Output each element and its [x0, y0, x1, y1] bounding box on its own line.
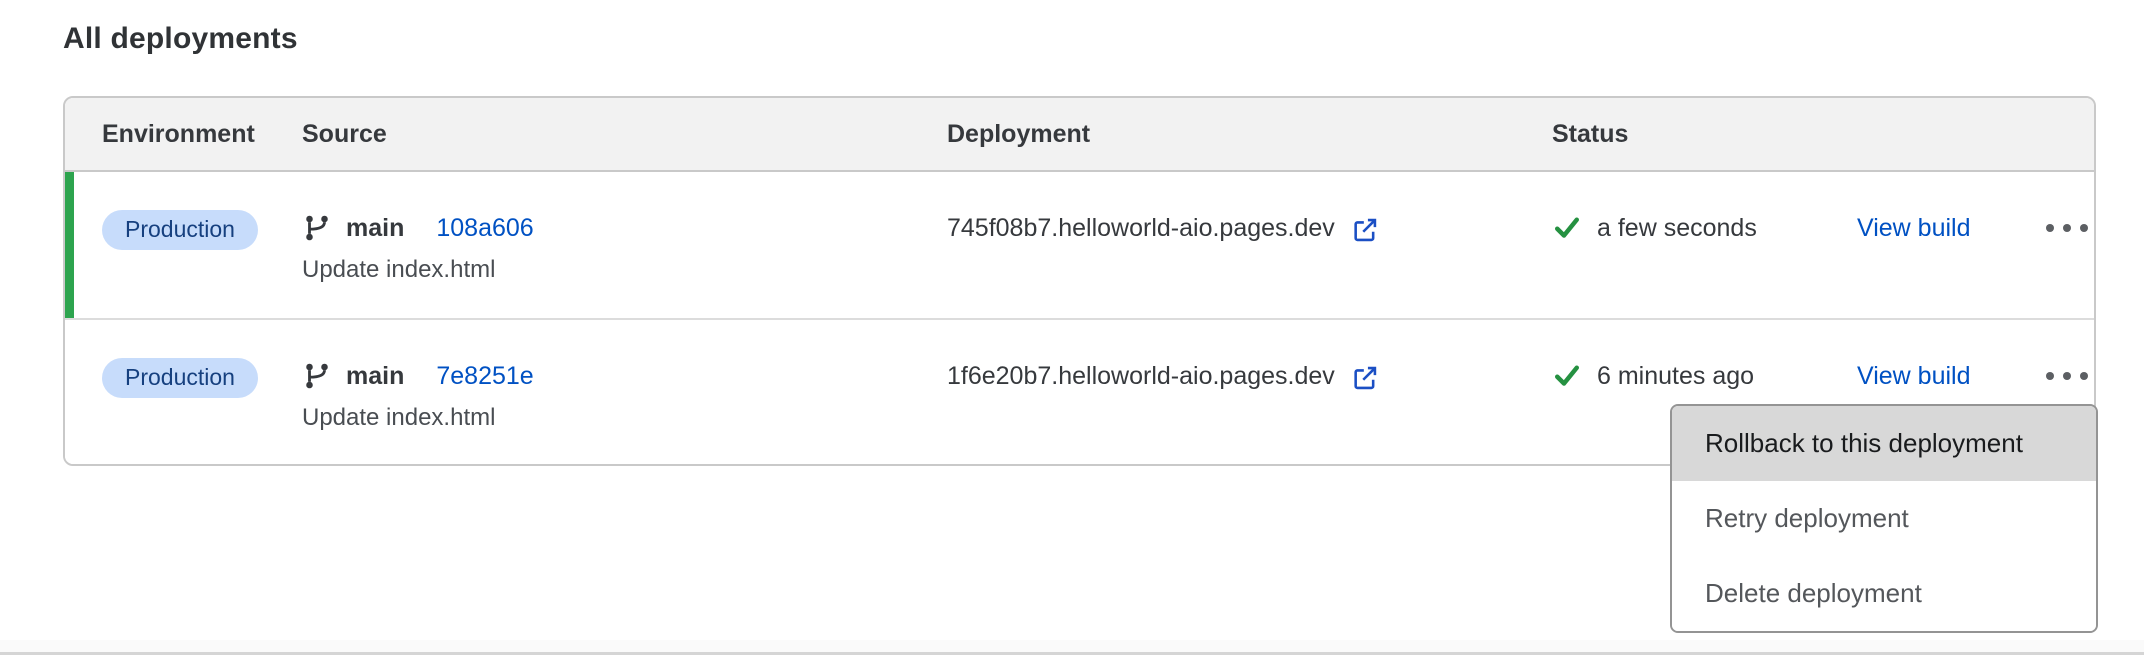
success-check-icon — [1552, 361, 1582, 391]
branch-name: main — [346, 362, 404, 391]
git-branch-icon — [302, 213, 332, 243]
environment-badge: Production — [102, 210, 258, 250]
row-actions-menu-button[interactable] — [2042, 358, 2094, 394]
git-branch-icon — [302, 361, 332, 391]
ellipsis-icon — [2046, 224, 2054, 232]
active-deployment-indicator — [65, 172, 74, 318]
deployment-url: 745f08b7.helloworld-aio.pages.dev — [947, 214, 1335, 243]
external-link-icon[interactable] — [1351, 216, 1379, 244]
page-footer-divider — [0, 640, 2144, 655]
commit-link[interactable]: 108a606 — [436, 214, 533, 243]
success-check-icon — [1552, 213, 1582, 243]
branch-name: main — [346, 214, 404, 243]
commit-message: Update index.html — [302, 256, 947, 284]
column-header-source: Source — [302, 120, 947, 149]
menu-item-retry[interactable]: Retry deployment — [1672, 481, 2096, 556]
environment-badge: Production — [102, 358, 258, 398]
column-header-environment: Environment — [102, 120, 302, 149]
ellipsis-icon — [2046, 372, 2054, 380]
deployment-time: a few seconds — [1597, 214, 1757, 243]
deployment-url: 1f6e20b7.helloworld-aio.pages.dev — [947, 362, 1335, 391]
menu-item-delete[interactable]: Delete deployment — [1672, 556, 2096, 631]
view-build-link[interactable]: View build — [1857, 362, 1971, 391]
view-build-link[interactable]: View build — [1857, 214, 1971, 243]
page-title: All deployments — [63, 22, 298, 56]
table-header-row: Environment Source Deployment Status — [65, 98, 2094, 172]
external-link-icon[interactable] — [1351, 364, 1379, 392]
menu-item-rollback[interactable]: Rollback to this deployment — [1672, 406, 2096, 481]
commit-message: Update index.html — [302, 404, 947, 432]
deployment-time: 6 minutes ago — [1597, 362, 1754, 391]
deployment-actions-menu: Rollback to this deployment Retry deploy… — [1670, 404, 2098, 633]
deployment-row-current: Production main 108a606 Update index.htm… — [65, 172, 2094, 318]
deployments-page: All deployments Environment Source Deplo… — [0, 0, 2144, 662]
column-header-status: Status — [1552, 120, 1857, 149]
row-actions-menu-button[interactable] — [2042, 210, 2094, 246]
column-header-deployment: Deployment — [947, 120, 1552, 149]
commit-link[interactable]: 7e8251e — [436, 362, 533, 391]
